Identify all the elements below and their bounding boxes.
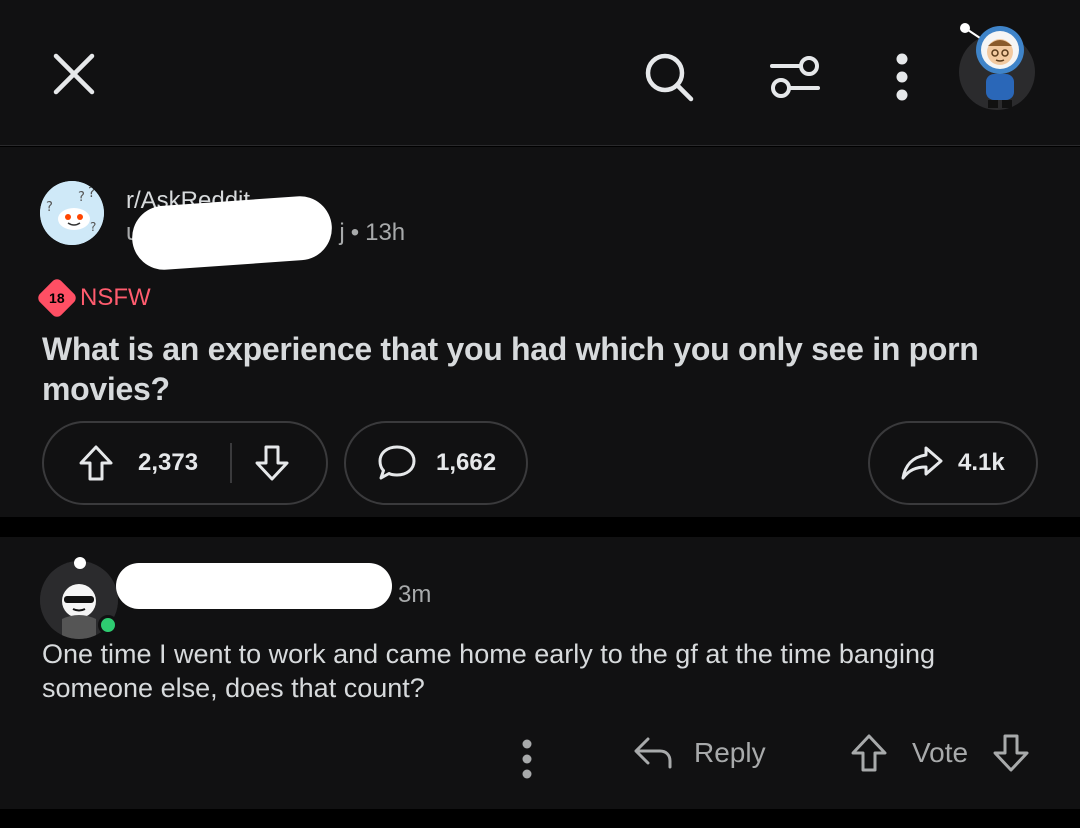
post-card[interactable]: ? ? ? ? r/AskReddit u j • 13h 18 NSFW Wh… [0, 147, 1080, 517]
upvote-icon [79, 445, 113, 481]
nsfw-label: NSFW [80, 284, 151, 311]
comment-icon [378, 445, 416, 480]
post-title[interactable]: What is an experience that you had which… [42, 329, 1032, 409]
downvote-icon [993, 734, 1029, 772]
vote-divider [230, 443, 233, 483]
username-partial-end: j [339, 219, 345, 246]
more-vertical-icon [896, 53, 908, 101]
bottom-divider [0, 809, 1080, 828]
more-vertical-icon [522, 739, 532, 779]
close-button[interactable] [40, 40, 108, 108]
sliders-icon [770, 56, 820, 98]
username-redaction [130, 194, 334, 272]
reply-icon [634, 737, 672, 769]
upvote-count: 2,373 [138, 449, 199, 476]
search-button[interactable] [632, 40, 706, 114]
comment-card[interactable]: 3m One time I went to work and came home… [0, 537, 1080, 809]
close-icon [53, 53, 95, 95]
svg-text:?: ? [90, 220, 96, 234]
vote-pill: 2,373 [42, 421, 328, 505]
comment-downvote-button[interactable] [992, 733, 1030, 773]
svg-text:?: ? [78, 190, 85, 205]
vote-label: Vote [912, 737, 969, 768]
reply-label: Reply [694, 737, 766, 768]
post-age: 13h [365, 219, 406, 246]
comment-age: 3m [398, 581, 432, 608]
downvote-icon [255, 445, 289, 481]
search-icon [645, 53, 694, 102]
comment-body: One time I went to work and came home ea… [42, 639, 935, 703]
avatar-antenna [74, 557, 86, 569]
comment-vote-controls: Vote [850, 733, 1030, 773]
share-icon [901, 446, 943, 480]
top-bar [0, 0, 1080, 146]
meta-separator: • [350, 219, 360, 246]
online-status-indicator [98, 615, 118, 635]
upvote-button[interactable] [76, 443, 116, 483]
comment-icon-wrap [376, 442, 418, 484]
upvote-icon [851, 734, 887, 772]
avatar-icon [959, 23, 1035, 110]
comments-button[interactable]: 1,662 [344, 421, 528, 505]
section-divider [0, 517, 1080, 537]
commenter-name-redaction [116, 563, 392, 609]
share-count: 4.1k [958, 449, 1005, 476]
filter-button[interactable] [758, 40, 832, 114]
nsfw-badge: 18 [35, 276, 79, 320]
comment-count: 1,662 [436, 449, 497, 476]
svg-text:?: ? [88, 185, 95, 201]
downvote-button[interactable] [252, 443, 292, 483]
nsfw-tag: 18 NSFW [35, 276, 151, 320]
subreddit-avatar[interactable]: ? ? ? ? [40, 181, 104, 245]
more-options-button[interactable] [872, 40, 932, 114]
share-icon-wrap [900, 441, 944, 485]
askreddit-icon: ? ? ? ? [40, 181, 104, 245]
reply-button[interactable]: Reply [632, 733, 766, 773]
user-avatar-button[interactable] [952, 22, 1042, 112]
share-button[interactable]: 4.1k [868, 421, 1038, 505]
comment-more-button[interactable] [512, 735, 542, 783]
svg-text:?: ? [46, 200, 53, 215]
comment-upvote-button[interactable] [850, 733, 888, 773]
